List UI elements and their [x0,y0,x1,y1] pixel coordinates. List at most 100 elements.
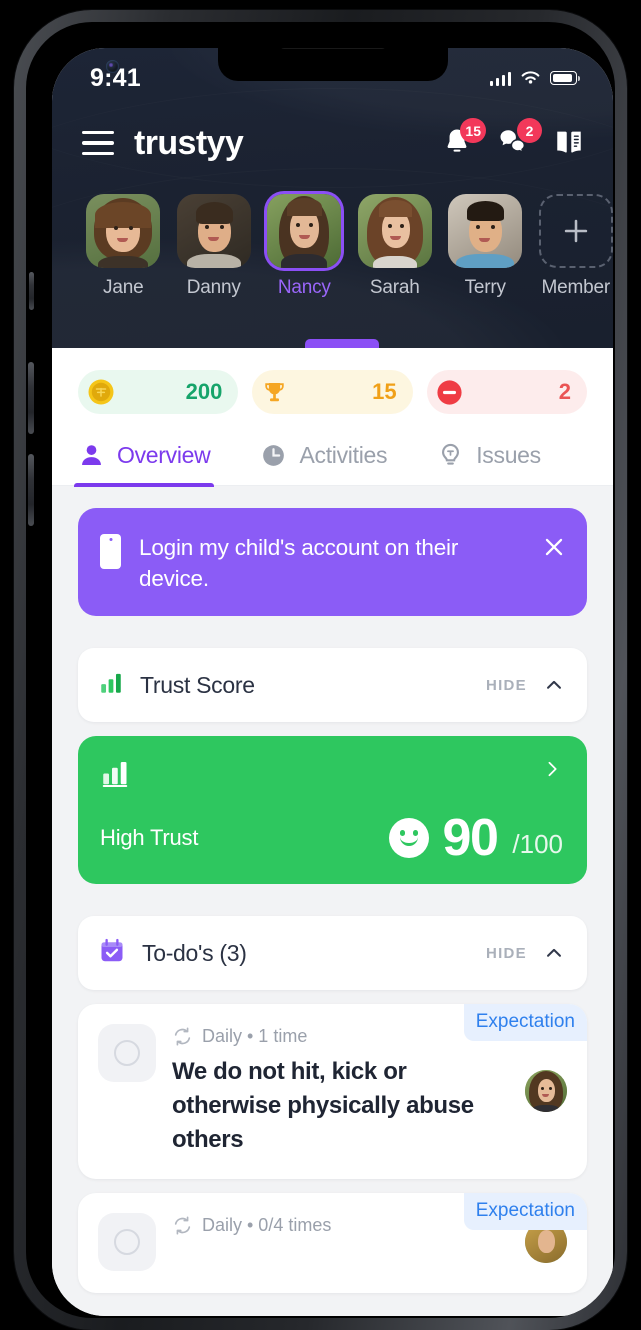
trust-score-value-group: 90 /100 [388,809,563,868]
mobile-phone-icon [100,534,121,569]
trust-score-card[interactable]: High Trust 90 /100 [78,736,587,885]
phone-device-frame: 9:41 trustyy 15 2 Jane Danny Nancy Sarah… [14,10,627,1330]
todo-body: Daily • 0/4 times [172,1213,509,1271]
todo-checkbox[interactable] [98,1024,156,1083]
stat-pill-minus[interactable]: 2 [426,370,587,414]
tab-overview[interactable]: Overview [74,438,215,487]
todo-meta-text: Daily • 1 time [202,1026,308,1047]
notifications-badge: 15 [460,118,486,143]
notch [217,48,448,81]
portrait-nancy [267,194,342,268]
app-header: 9:41 trustyy 15 2 Jane Danny Nancy Sarah… [52,48,613,348]
app-bar-actions: 15 2 [441,118,587,160]
todo-title: We do not hit, kick or otherwise physica… [172,1058,474,1154]
battery-icon [550,71,580,85]
stats-pills: 200 15 2 [78,370,587,414]
hide-label[interactable]: HIDE [486,945,527,962]
scroll-area[interactable]: Login my child's account on their device… [52,486,613,1294]
tab-label: Overview [117,442,211,468]
add-member-label: Member [541,277,611,298]
avatar [357,194,432,268]
main-content: 200 15 2 Overview Activities Issues Logi… [52,348,613,1316]
trophy-icon [258,376,291,409]
member-item-nancy[interactable]: Nancy [267,194,342,299]
messages-badge: 2 [517,118,542,143]
stat-pill-coins[interactable]: 200 [78,370,239,414]
stat-pill-trophy[interactable]: 15 [252,370,413,414]
trust-score-number: 90 [442,809,499,868]
repeat-icon [174,1027,191,1046]
stat-value-minus: 2 [558,379,571,404]
member-name: Terry [464,277,506,298]
member-item-terry[interactable]: Terry [448,194,523,299]
trust-score-section-header[interactable]: Trust Score HIDE [78,648,587,723]
portrait-terry [448,194,523,268]
todos-section-header[interactable]: To-do's (3) HIDE [78,916,587,991]
tab-activities[interactable]: Activities [256,438,391,485]
todo-item[interactable]: Daily • 0/4 times Expectation [78,1193,587,1294]
members-row[interactable]: Jane Danny Nancy Sarah Terry Member [52,186,613,299]
tab-label: Issues [476,442,541,468]
notifications-button[interactable]: 15 [441,118,486,160]
todo-body: Daily • 1 time We do not hit, kick or ot… [172,1024,509,1157]
section-title: Trust Score [140,671,255,698]
earpiece-speaker [279,48,386,49]
repeat-icon [174,1216,191,1235]
member-item-sarah[interactable]: Sarah [357,194,433,299]
todo-checkbox[interactable] [98,1213,156,1272]
todo-tag: Expectation [463,1004,587,1042]
guide-button[interactable] [553,126,587,160]
portrait-sarah [357,194,432,268]
add-member-button[interactable]: Member [538,194,614,299]
minus-circle-icon [433,376,466,409]
close-x-icon[interactable] [541,534,567,560]
member-item-danny[interactable]: Danny [176,194,252,299]
cellular-signal-icon [489,71,511,86]
phone-screen: 9:41 trustyy 15 2 Jane Danny Nancy Sarah… [52,48,613,1316]
login-child-banner[interactable]: Login my child's account on their device… [78,508,587,617]
todo-meta: Daily • 0/4 times [172,1215,509,1236]
chevron-up-icon[interactable] [543,674,565,696]
app-brand-title: trustyy [134,123,244,162]
person-icon [82,445,101,465]
section-title: To-do's (3) [142,939,247,966]
avatar [176,194,251,268]
status-indicators [489,70,580,86]
avatar[interactable] [525,1069,567,1112]
trust-card-bottom: High Trust 90 /100 [100,812,563,864]
todo-meta-text: Daily • 0/4 times [202,1215,332,1236]
banner-text: Login my child's account on their device… [139,535,459,592]
portrait-jane [86,194,161,268]
hide-label[interactable]: HIDE [486,677,527,694]
hamburger-menu-icon[interactable] [82,130,114,156]
bar-chart-icon [98,670,124,701]
volume-down-button[interactable] [28,454,34,526]
trust-level-label: High Trust [100,825,199,851]
clock-icon [263,445,285,466]
silent-switch-button[interactable] [29,272,34,310]
wifi-icon [521,71,540,84]
volume-up-button[interactable] [28,362,34,434]
member-name: Danny [186,277,241,298]
tab-issues[interactable]: Issues [433,438,545,485]
front-camera-icon [106,60,119,73]
chevron-up-icon[interactable] [543,942,565,964]
bar-chart-icon [100,758,130,793]
stats-bar: 200 15 2 [52,348,613,438]
app-bar: trustyy 15 2 [52,100,613,186]
member-name: Sarah [369,277,420,298]
todo-item[interactable]: Daily • 1 time We do not hit, kick or ot… [78,1004,587,1180]
trust-score-denominator: /100 [512,829,563,860]
calendar-check-icon [98,937,126,970]
messages-button[interactable]: 2 [497,118,542,160]
stat-value-trophy: 15 [372,379,397,404]
stat-value-coins: 200 [185,379,223,404]
plus-icon [538,194,613,268]
tab-bar: Overview Activities Issues [52,438,613,487]
trust-card-top [100,758,563,793]
portrait-assignee [525,1069,567,1112]
chevron-right-icon[interactable] [541,758,563,780]
avatar [267,194,342,268]
member-name: Nancy [277,277,331,298]
member-item-jane[interactable]: Jane [86,194,161,299]
